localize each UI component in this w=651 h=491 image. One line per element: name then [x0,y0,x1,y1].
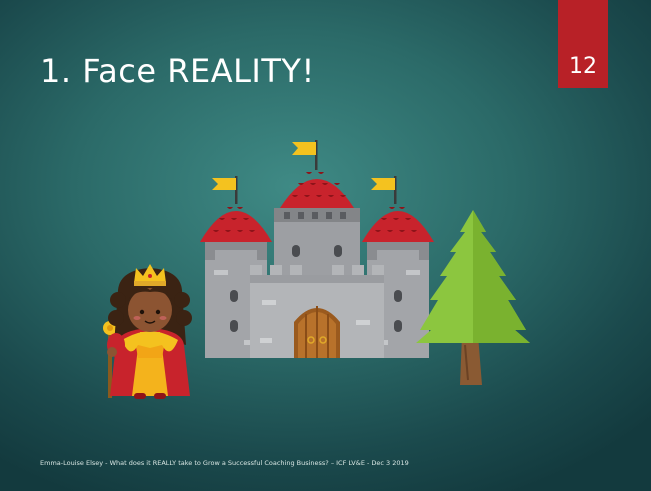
slide-footer: Emma-Louise Elsey - What does it REALLY … [40,459,409,467]
crown-icon [134,264,166,286]
pine-tree-illustration [416,210,530,385]
castle-illustration [200,140,434,358]
illustration [103,140,530,399]
queen-illustration [103,264,192,399]
slide: 1. Face REALITY! 12 Emma-Louise Elsey - … [0,0,651,491]
flag-icon [212,176,238,204]
flag-icon [292,140,318,170]
flag-icon [371,176,397,204]
